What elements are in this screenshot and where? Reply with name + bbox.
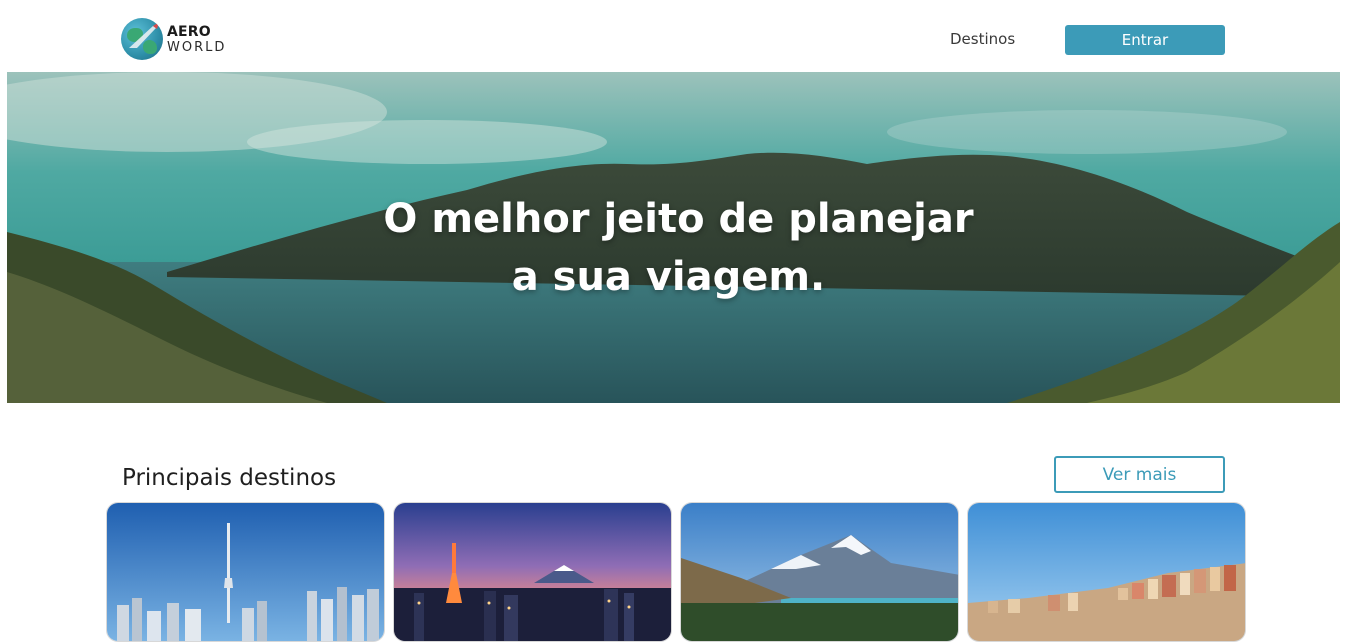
hero-title-line-1: O melhor jeito de planejar <box>383 196 974 242</box>
coastal-city-photo <box>968 503 1245 641</box>
login-button[interactable]: Entrar <box>1065 25 1225 55</box>
logo[interactable]: AERO WORLD <box>121 18 226 60</box>
site-header: AERO WORLD Destinos Entrar <box>0 0 1350 72</box>
logo-text-aero: AERO <box>167 23 211 40</box>
section-title-principais-destinos: Principais destinos <box>122 465 337 491</box>
toronto-skyline-photo <box>107 503 384 641</box>
hero-title-line-2: a sua viagem. <box>511 254 826 300</box>
globe-plane-icon <box>121 18 163 60</box>
hero-banner: O melhor jeito de planejar a sua viagem. <box>7 72 1340 403</box>
destination-card-toronto[interactable] <box>106 502 385 642</box>
mountain-lake-photo <box>681 503 958 641</box>
tokyo-night-fuji-photo <box>394 503 671 641</box>
destination-card-tokyo[interactable] <box>393 502 672 642</box>
nav-link-destinos[interactable]: Destinos <box>950 30 1015 48</box>
hero-title: O melhor jeito de planejar a sua viagem. <box>7 190 1340 306</box>
see-more-button[interactable]: Ver mais <box>1054 456 1225 493</box>
destination-card-coastal-city[interactable] <box>967 502 1246 642</box>
logo-text-world: WORLD <box>167 39 227 55</box>
destination-card-mountain-lake[interactable] <box>680 502 959 642</box>
